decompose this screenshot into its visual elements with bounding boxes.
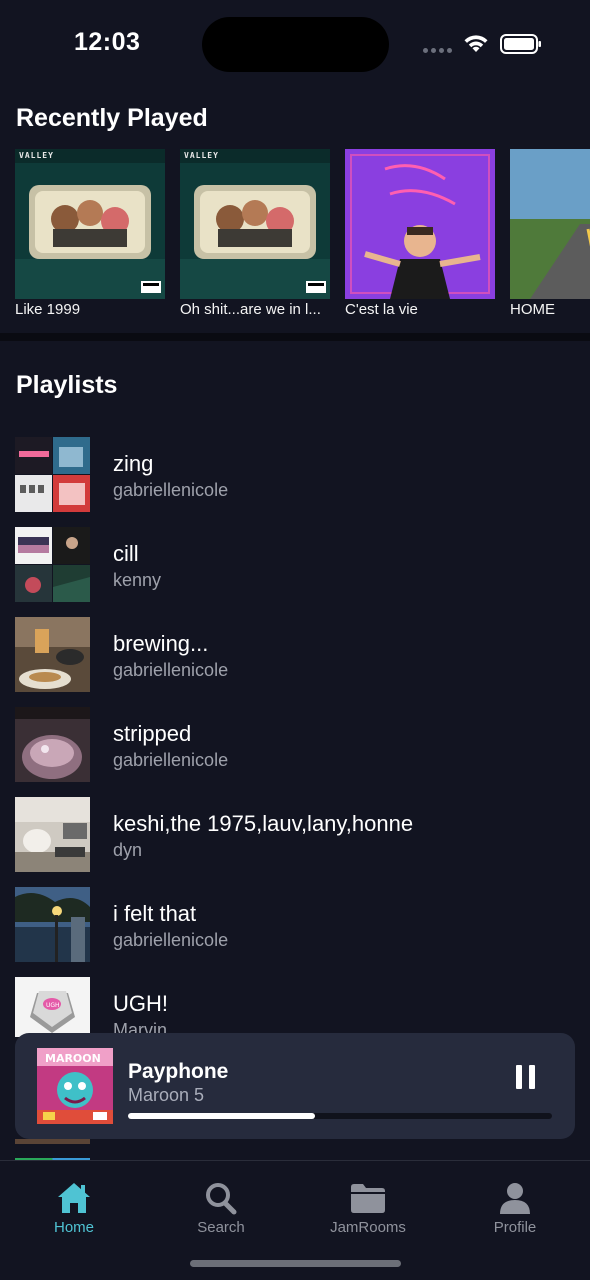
tab-profile[interactable]: Profile	[465, 1181, 565, 1236]
tab-jamrooms[interactable]: JamRooms	[318, 1181, 418, 1236]
recent-item[interactable]: VALLEY Oh shit...are we in l...	[180, 149, 330, 318]
now-playing-artist: Maroon 5	[128, 1085, 205, 1105]
pause-icon-bar	[516, 1065, 522, 1089]
album-cover	[510, 149, 590, 299]
home-icon	[58, 1183, 90, 1213]
playlist-item[interactable]: i felt that gabriellenicole	[15, 887, 575, 963]
tab-label: JamRooms	[330, 1219, 406, 1236]
playlist-item[interactable]: keshi,the 1975,lauv,lany,honne dyn	[15, 797, 575, 873]
playlist-list[interactable]: zing gabriellenicole cill kenny brewing.…	[0, 437, 590, 1037]
playlist-name: stripped	[113, 721, 192, 746]
mini-player[interactable]: MAROON Payphone Maroon 5	[15, 1033, 575, 1139]
playlist-name: UGH!	[113, 991, 168, 1016]
tab-label: Profile	[493, 1219, 537, 1236]
playlist-name: keshi,the 1975,lauv,lany,honne	[113, 811, 414, 836]
playlist-item[interactable]: stripped gabriellenicole	[15, 707, 575, 783]
cover-text: VALLEY	[184, 151, 219, 160]
playlist-cover: UGH	[15, 977, 90, 1037]
playlist-cover	[15, 617, 90, 692]
album-cover	[345, 149, 495, 299]
svg-text:UGH: UGH	[46, 1002, 60, 1009]
pause-icon-bar	[529, 1065, 535, 1089]
recent-item[interactable]: HOME	[510, 149, 590, 318]
playlist-cover-peek	[15, 1139, 90, 1144]
tab-search[interactable]: Search	[171, 1181, 271, 1236]
svg-text:MAROON: MAROON	[45, 1052, 101, 1065]
playlist-item[interactable]: brewing... gabriellenicole	[15, 617, 575, 693]
playlist-item[interactable]: zing gabriellenicole	[15, 437, 575, 513]
home-indicator	[190, 1260, 401, 1267]
recent-item-title: Oh shit...are we in l...	[180, 301, 321, 318]
playlist-cover	[15, 437, 90, 512]
playlist-name: cill	[113, 541, 139, 566]
album-cover: VALLEY	[180, 149, 330, 299]
recent-item-title: Like 1999	[15, 301, 81, 318]
playlists-heading: Playlists	[16, 371, 118, 399]
folder-icon	[351, 1184, 385, 1213]
dynamic-island	[202, 17, 389, 72]
tab-label: Search	[197, 1219, 245, 1236]
now-playing-cover: MAROON	[37, 1048, 113, 1124]
tab-label: Home	[53, 1219, 94, 1236]
playlist-owner: dyn	[113, 840, 143, 860]
section-divider	[0, 333, 590, 341]
battery-icon	[500, 34, 541, 54]
playlist-owner: gabriellenicole	[113, 930, 229, 950]
now-playing-title: Payphone	[128, 1060, 229, 1083]
playback-progress-bar[interactable]	[128, 1113, 552, 1119]
playlist-cover	[15, 707, 90, 782]
playlist-item[interactable]: UGH UGH! Marvin	[15, 977, 575, 1037]
status-time: 12:03	[74, 28, 141, 56]
playlist-item[interactable]: cill kenny	[15, 527, 575, 603]
profile-icon	[500, 1183, 530, 1214]
recent-item-title: HOME	[510, 301, 555, 318]
playback-progress-fill	[128, 1113, 315, 1119]
playlist-owner: kenny	[113, 570, 162, 590]
tab-home[interactable]: Home	[24, 1181, 124, 1236]
cover-text: VALLEY	[19, 151, 54, 160]
playlist-cover	[15, 527, 90, 602]
playlist-name: brewing...	[113, 631, 209, 656]
recent-item-title: C'est la vie	[345, 301, 418, 318]
playlist-owner: gabriellenicole	[113, 660, 229, 680]
playlist-name: i felt that	[113, 901, 197, 926]
wifi-icon	[464, 35, 488, 52]
signal-icon	[423, 48, 453, 54]
recently-played-carousel[interactable]: VALLEY Like 1999 VALLEY Oh shit...are we…	[15, 149, 590, 321]
search-icon	[206, 1183, 237, 1215]
playlist-owner: gabriellenicole	[113, 480, 229, 500]
recent-item[interactable]: C'est la vie	[345, 149, 495, 318]
recently-played-heading: Recently Played	[16, 104, 208, 132]
playlist-cover	[15, 797, 90, 872]
recent-item[interactable]: VALLEY Like 1999	[15, 149, 165, 318]
playlist-name: zing	[113, 451, 154, 476]
pause-button[interactable]	[512, 1063, 540, 1093]
album-cover: VALLEY	[15, 149, 165, 299]
status-bar: 12:03	[0, 0, 590, 88]
playlist-owner: gabriellenicole	[113, 750, 229, 770]
playlist-cover	[15, 887, 90, 962]
